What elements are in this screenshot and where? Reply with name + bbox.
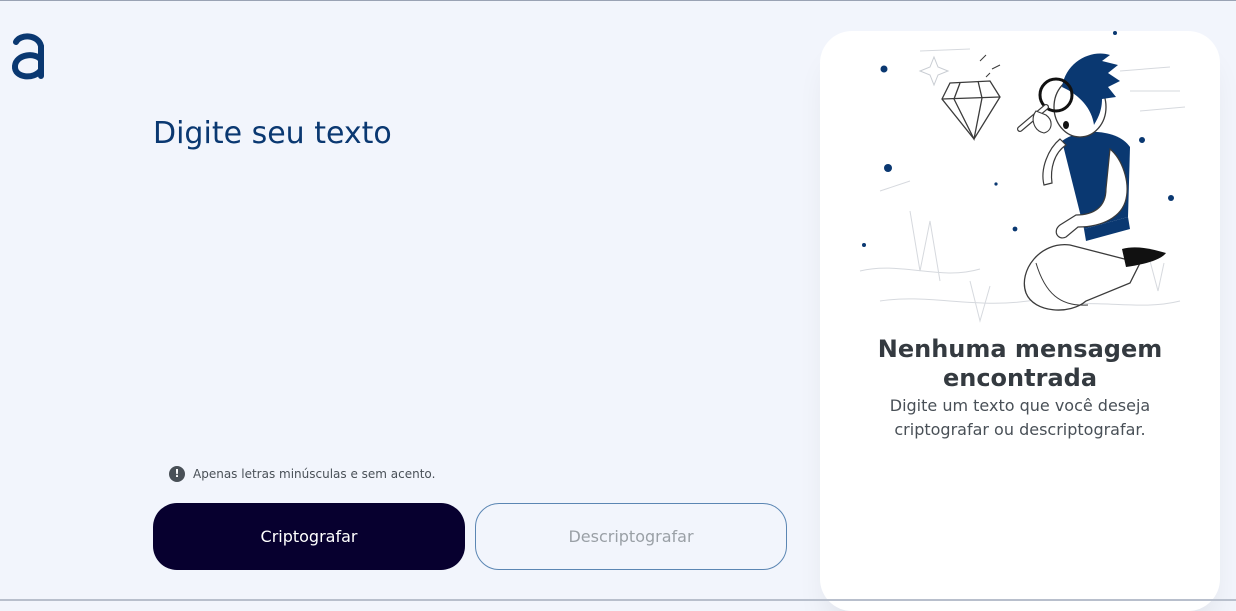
no-message-subtitle: Digite um texto que você deseja criptogr… xyxy=(889,396,1151,439)
hint-text: Apenas letras minúsculas e sem acento. xyxy=(193,467,436,481)
encrypt-button[interactable]: Criptografar xyxy=(153,503,465,570)
alura-logo-icon[interactable] xyxy=(10,30,46,82)
text-input[interactable] xyxy=(153,112,773,442)
window-top-border xyxy=(0,0,1236,1)
input-hint: ! Apenas letras minúsculas e sem acento. xyxy=(169,466,435,482)
output-panel: Nenhuma mensagem encontrada Digite um te… xyxy=(820,31,1220,611)
person-with-magnifying-glass-illustration xyxy=(859,31,1186,323)
no-message-title: Nenhuma mensagem encontrada xyxy=(877,335,1163,392)
decrypt-button[interactable]: Descriptografar xyxy=(475,503,787,570)
exclamation-circle-icon: ! xyxy=(169,466,185,482)
